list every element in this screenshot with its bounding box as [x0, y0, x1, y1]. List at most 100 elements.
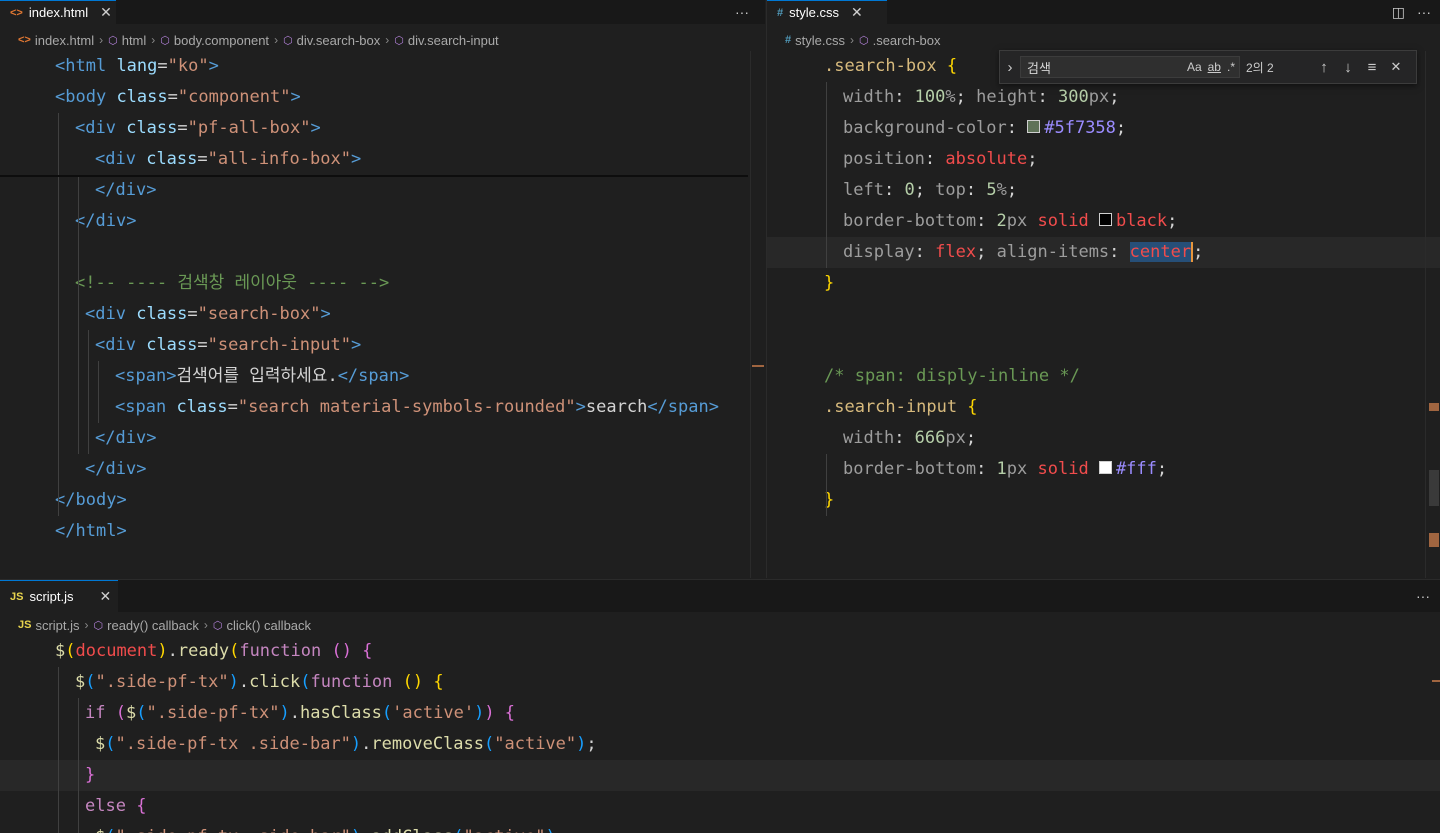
regex-icon[interactable]: .*	[1227, 60, 1235, 74]
tab-script-js[interactable]: JS script.js ✕	[0, 580, 118, 612]
code-line[interactable]: </div>	[0, 206, 765, 237]
code-line[interactable]	[767, 299, 1440, 330]
code-token: $	[95, 734, 106, 754]
code-line[interactable]: background-color: #5f7358;	[767, 113, 1440, 144]
breadcrumb-item[interactable]: .search-box	[873, 33, 941, 48]
close-icon[interactable]: ✕	[100, 588, 112, 605]
more-actions-icon[interactable]: ···	[1416, 588, 1430, 604]
css-tab-bar: # style.css ✕ ◫ ···	[767, 0, 1440, 24]
match-case-icon[interactable]: Aa	[1187, 60, 1202, 74]
find-in-selection-icon[interactable]: ≡	[1360, 59, 1384, 76]
breadcrumb: JS script.js › ⬡ ready() callback › ⬡ click() c…	[0, 615, 1440, 635]
find-toggle-replace-icon[interactable]: ›	[1000, 59, 1020, 76]
find-input[interactable]: 검색 Aa ab .*	[1020, 56, 1240, 78]
close-icon[interactable]: ✕	[100, 4, 112, 21]
code-token: ;	[955, 87, 977, 107]
code-token: 5	[986, 180, 997, 200]
tab-style-css[interactable]: # style.css ✕	[767, 0, 887, 24]
previous-match-icon[interactable]: ↑	[1312, 59, 1336, 76]
code-line[interactable]: else {	[0, 791, 1440, 822]
close-icon[interactable]: ✕	[851, 4, 863, 21]
breadcrumb-item[interactable]: script.js	[35, 618, 79, 633]
split-editor-icon[interactable]: ◫	[1392, 4, 1405, 21]
code-line[interactable]: </body>	[0, 485, 765, 516]
code-line[interactable]: <!-- ---- 검색창 레이아웃 ---- -->	[0, 268, 765, 299]
code-line[interactable]: </div>	[0, 423, 765, 454]
code-line[interactable]: }	[767, 268, 1440, 299]
code-token: div	[105, 149, 147, 169]
code-line[interactable]: display: flex; align-items: center;	[767, 237, 1440, 268]
close-find-icon[interactable]: ✕	[1384, 59, 1408, 75]
code-line[interactable]: border-bottom: 2px solid black;	[767, 206, 1440, 237]
color-swatch[interactable]	[1027, 119, 1041, 133]
code-line[interactable]	[767, 330, 1440, 361]
code-token: )	[576, 734, 587, 754]
whole-word-icon[interactable]: ab	[1208, 60, 1221, 74]
code-line[interactable]: <html lang="ko">	[0, 51, 765, 82]
tab-index-html[interactable]: <> index.html ✕	[0, 0, 116, 24]
code-token: >	[350, 149, 362, 169]
code-line[interactable]: .search-input {	[767, 392, 1440, 423]
scrollbar[interactable]	[750, 51, 751, 578]
code-line[interactable]: /* span: disply-inline */	[767, 361, 1440, 392]
breadcrumb-item[interactable]: click() callback	[227, 618, 312, 633]
code-line[interactable]: <div class="all-info-box">	[0, 144, 765, 175]
code-token: 검색어를 입력하세요.	[176, 366, 338, 386]
code-line[interactable]: $(document).ready(function () {	[0, 636, 1440, 667]
code-token: "ko"	[167, 56, 209, 76]
css-editor-pane[interactable]: # style.css ✕ ◫ ··· # style.css › ⬡ .search-…	[766, 0, 1440, 578]
code-line[interactable]: <span>검색어를 입력하세요.</span>	[0, 361, 765, 392]
code-line[interactable]: width: 100%; height: 300px;	[767, 82, 1440, 113]
code-line[interactable]: if ($(".side-pf-tx").hasClass('active'))…	[0, 698, 1440, 729]
js-editor-pane[interactable]: JS script.js ✕ ··· JS script.js › ⬡ ready() …	[0, 579, 1440, 833]
breadcrumb-item[interactable]: style.css	[795, 33, 845, 48]
code-token: }	[85, 765, 96, 785]
code-line[interactable]: $(".side-pf-tx .side-bar").removeClass("…	[0, 729, 1440, 760]
code-line[interactable]: <div class="pf-all-box">	[0, 113, 765, 144]
code-token: >	[126, 211, 137, 231]
html-editor-pane[interactable]: <> index.html ✕ ··· <> index.html › ⬡ html › ⬡…	[0, 0, 765, 578]
color-swatch[interactable]	[1098, 212, 1112, 226]
code-token: px	[1088, 87, 1110, 107]
code-token: :	[883, 180, 905, 200]
breadcrumb-item[interactable]: ready() callback	[107, 618, 199, 633]
code-token: .	[238, 672, 250, 692]
code-line[interactable]: $(".side-pf-tx .side-bar").addClass("act…	[0, 822, 1440, 833]
code-line[interactable]: width: 666px;	[767, 423, 1440, 454]
code-token: click	[249, 672, 301, 692]
code-line[interactable]: left: 0; top: 5%;	[767, 175, 1440, 206]
code-line[interactable]: position: absolute;	[767, 144, 1440, 175]
code-line[interactable]: <span class="search material-symbols-rou…	[0, 392, 765, 423]
code-line[interactable]: </div>	[0, 175, 765, 206]
code-line[interactable]: </html>	[0, 516, 765, 547]
more-actions-icon[interactable]: ···	[1417, 4, 1431, 20]
code-line[interactable]: <body class="component">	[0, 82, 765, 113]
breadcrumb-item[interactable]: html	[122, 33, 147, 48]
code-token: height	[976, 87, 1038, 107]
code-line[interactable]: }	[767, 485, 1440, 516]
code-token: .search-input	[824, 397, 968, 417]
breadcrumb-item[interactable]: index.html	[35, 33, 94, 48]
code-line[interactable]: $(".side-pf-tx").click(function () {	[0, 667, 1440, 698]
css-code-area[interactable]: .search-box {width: 100%; height: 300px;…	[767, 51, 1440, 578]
code-line[interactable]: <div class="search-box">	[0, 299, 765, 330]
next-match-icon[interactable]: ↓	[1336, 59, 1360, 76]
code-token: px	[1006, 211, 1038, 231]
breadcrumb-item[interactable]: div.search-box	[297, 33, 381, 48]
code-line[interactable]: <div class="search-input">	[0, 330, 765, 361]
code-line[interactable]	[0, 237, 765, 268]
breadcrumb-item[interactable]: div.search-input	[408, 33, 499, 48]
html-code-area[interactable]: <html lang="ko"> <body class="component">…	[0, 51, 765, 578]
code-line[interactable]: }	[0, 760, 1440, 791]
code-token: .	[361, 734, 372, 754]
code-line[interactable]: </div>	[0, 454, 765, 485]
scrollbar[interactable]	[1425, 51, 1426, 578]
js-code-area[interactable]: $(document).ready(function () {$(".side-…	[0, 636, 1440, 833]
file-type-icon: <>	[18, 34, 31, 46]
breadcrumb-item[interactable]: body.component	[174, 33, 269, 48]
more-actions-icon[interactable]: ···	[735, 4, 749, 20]
breadcrumb-separator-icon: ›	[274, 33, 279, 47]
color-swatch[interactable]	[1098, 460, 1112, 474]
code-line[interactable]: border-bottom: 1px solid #fff;	[767, 454, 1440, 485]
code-token: lang	[116, 56, 158, 76]
